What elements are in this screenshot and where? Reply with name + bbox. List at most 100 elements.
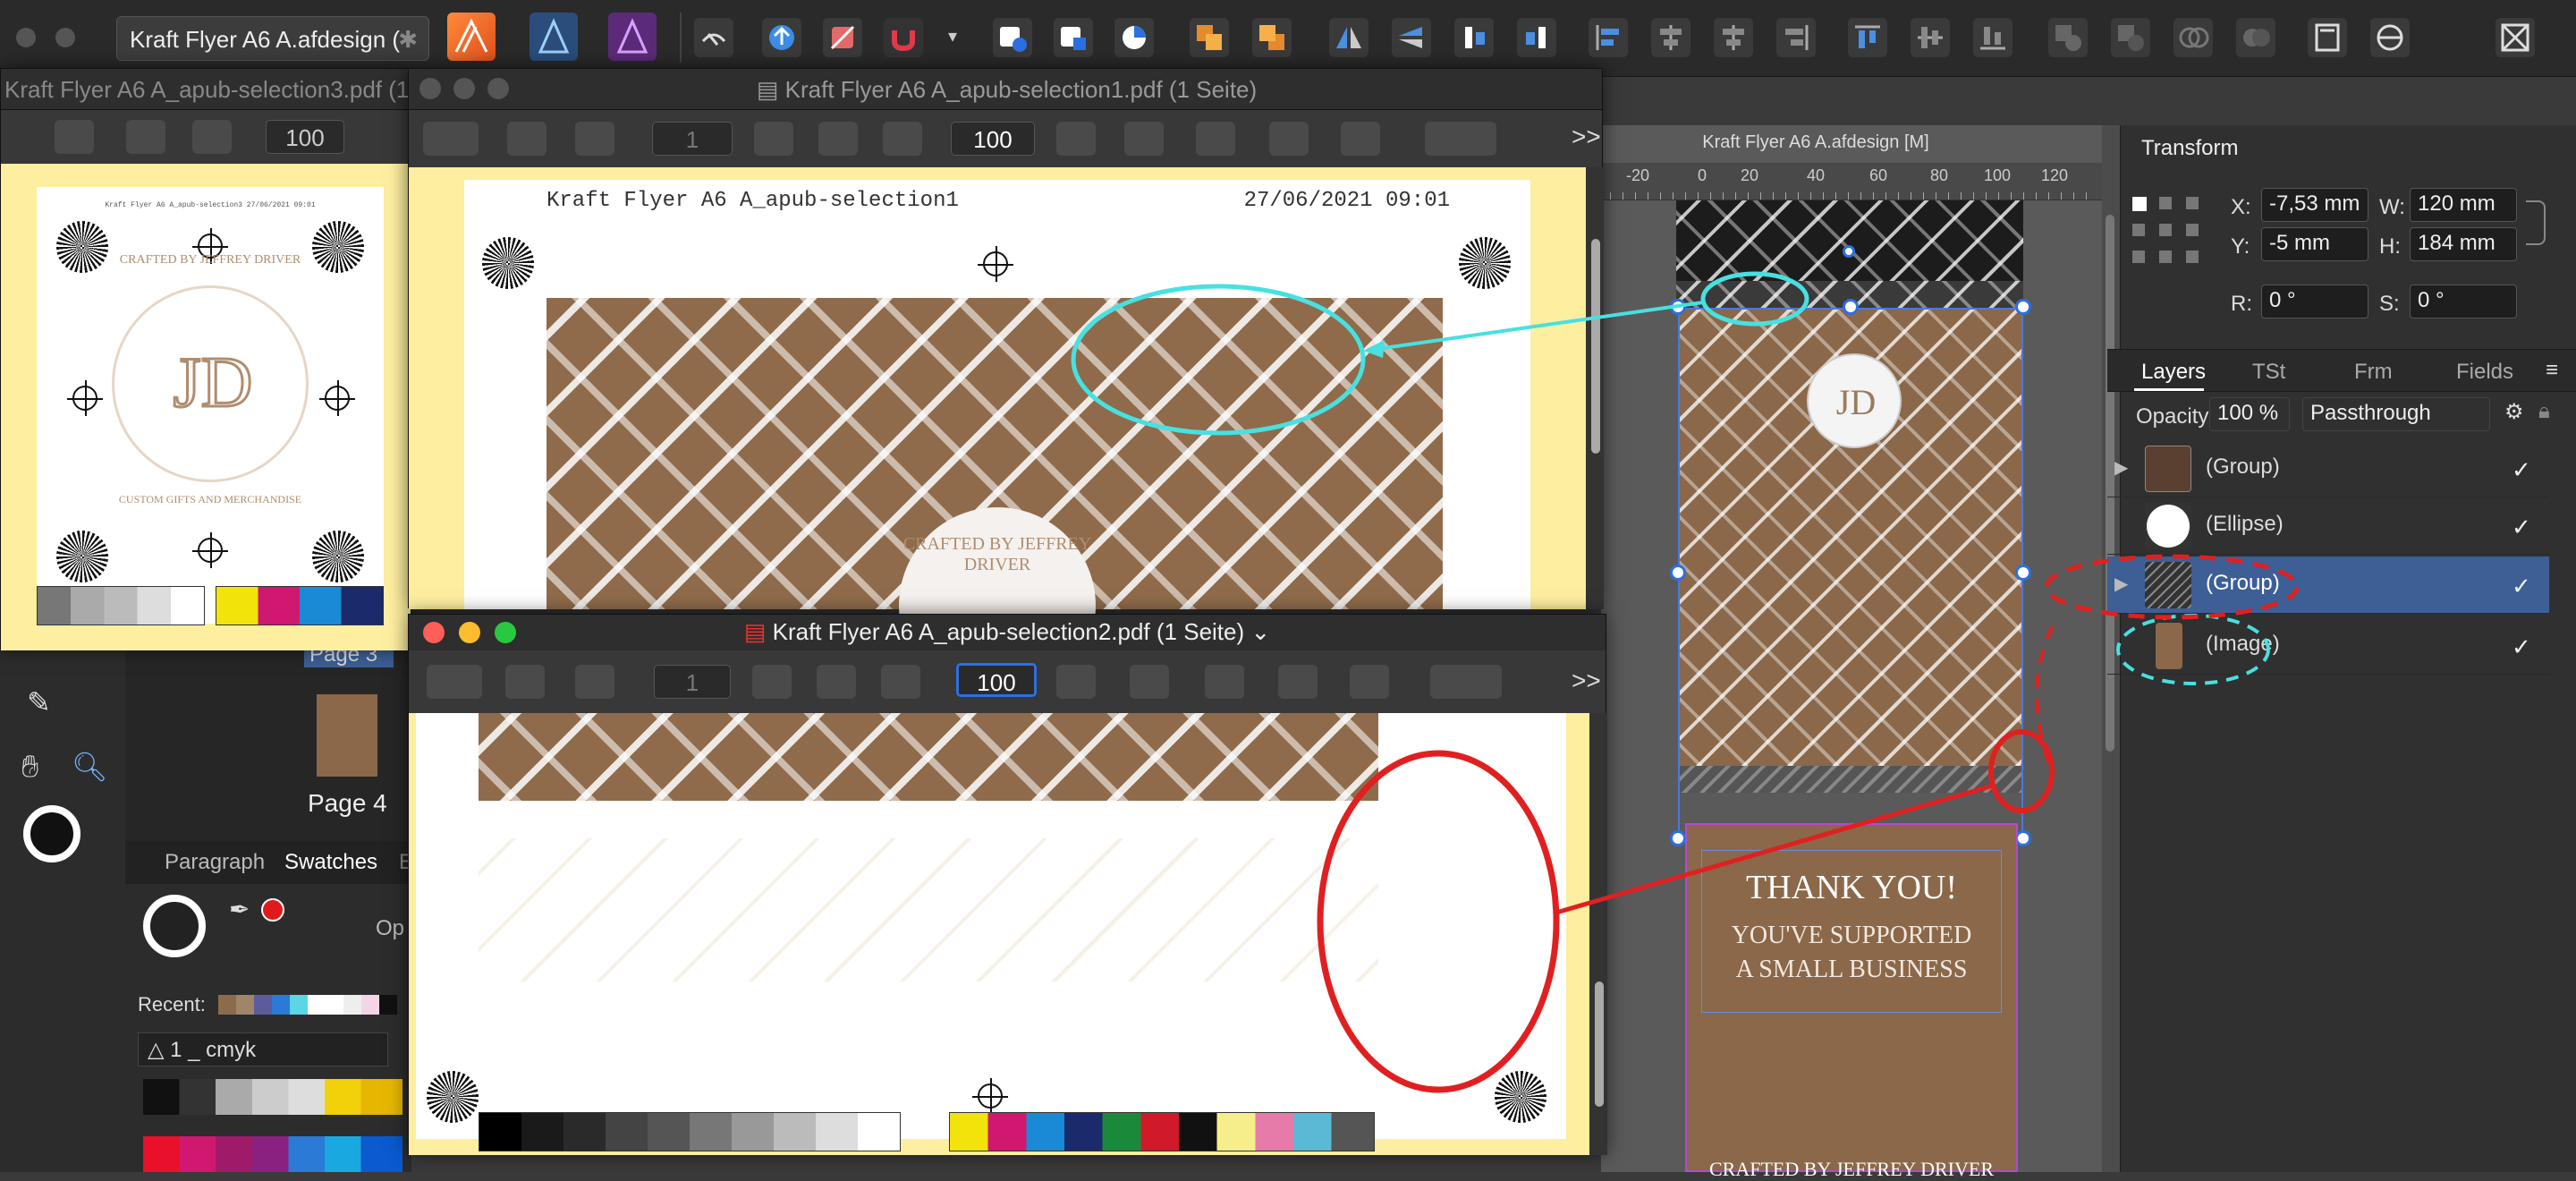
boolean-add-icon[interactable]	[2048, 18, 2088, 57]
selection-handle[interactable]	[1670, 299, 1686, 315]
prev-page-icon[interactable]	[507, 122, 547, 156]
eyedropper-tool-icon[interactable]: ✎	[27, 685, 51, 719]
minimize-window-button[interactable]	[55, 28, 75, 47]
arrange-front-icon[interactable]	[1252, 18, 1292, 57]
publisher-persona-icon[interactable]	[447, 13, 496, 61]
align-middle-icon[interactable]	[1911, 18, 1950, 57]
current-color-swatch[interactable]	[261, 898, 284, 922]
swatch-grid[interactable]	[143, 1079, 402, 1172]
pdf2-page-field[interactable]: 1	[654, 665, 731, 699]
output-icon[interactable]	[1130, 665, 1169, 699]
expand-arrow-icon[interactable]: ▶	[2114, 573, 2128, 595]
zoom-in-icon[interactable]	[881, 665, 920, 699]
selection-handle[interactable]	[1670, 830, 1686, 846]
pdf2-zoom-field[interactable]: 100	[956, 663, 1037, 697]
fit-window-icon[interactable]	[1056, 122, 1096, 156]
rotate-right-icon[interactable]	[1517, 18, 1556, 57]
tab-swatches[interactable]: Swatches	[284, 850, 377, 875]
boolean-xor-icon[interactable]	[2236, 18, 2275, 57]
artboard-back-page[interactable]: THANK YOU! YOU'VE SUPPORTED A SMALL BUSI…	[1685, 823, 2018, 1180]
page4-thumbnail[interactable]	[317, 694, 377, 777]
preview-mode-icon[interactable]	[823, 18, 862, 57]
align-bottom-icon[interactable]	[1973, 18, 2012, 57]
zoom-out-icon[interactable]	[754, 122, 793, 156]
zoom-actual-icon[interactable]	[818, 122, 858, 156]
selection-handle[interactable]	[2015, 299, 2031, 315]
pdf2-overflow-button[interactable]: >>	[1572, 667, 1601, 695]
align-center-icon[interactable]	[1651, 18, 1690, 57]
zoom-in-icon[interactable]	[192, 120, 232, 154]
layer-row[interactable]: ▶ (Group) ✓	[2107, 440, 2549, 497]
zoom-actual-icon[interactable]	[126, 120, 165, 154]
output-icon[interactable]	[1124, 122, 1164, 156]
align-hcenter-icon[interactable]	[1714, 18, 1753, 57]
x-input[interactable]: -7,53 mm	[2261, 188, 2368, 222]
pdf1-scrollbar[interactable]	[1586, 167, 1604, 609]
layer-visibility-checkbox[interactable]: ✓	[2512, 456, 2537, 483]
tab-frames[interactable]: Frm	[2354, 360, 2393, 385]
expand-arrow-icon[interactable]: ▶	[2114, 456, 2128, 479]
swatch-fill-well[interactable]	[143, 895, 206, 957]
tab-text-styles[interactable]: TSt	[2252, 360, 2285, 385]
boolean-subtract-icon[interactable]	[2111, 18, 2150, 57]
rotate-icon[interactable]	[1350, 665, 1389, 699]
blend-mode-select[interactable]: Passthrough	[2302, 397, 2490, 431]
selection-bounding-box[interactable]	[1678, 308, 2023, 839]
markup-icon[interactable]	[1430, 665, 1502, 699]
pdf2-title-chevron-icon[interactable]: ⌄	[1250, 618, 1270, 645]
pie-icon[interactable]	[1114, 18, 1154, 57]
flip-vertical-icon[interactable]	[1392, 18, 1431, 57]
annotate-icon[interactable]	[1278, 665, 1318, 699]
shear-input[interactable]: 0 °	[2410, 285, 2517, 319]
opacity-input[interactable]: 100 %	[2209, 397, 2290, 431]
layer-row[interactable]: (Image) ✓	[2107, 617, 2549, 675]
pdf1-zoom-field[interactable]: 100	[951, 122, 1035, 156]
align-top-icon[interactable]	[1848, 18, 1887, 57]
sidebar-toggle-icon[interactable]	[423, 122, 479, 156]
pdf2-scrollbar[interactable]	[1589, 713, 1607, 1155]
zoom-out-icon[interactable]	[55, 120, 94, 154]
photo-persona-icon[interactable]	[608, 13, 657, 61]
tab-layers[interactable]: Layers	[2141, 360, 2206, 385]
lock-icon[interactable]: 🔒︎	[2538, 399, 2550, 424]
zoom-tool-icon[interactable]: 🔍︎	[72, 750, 108, 784]
layer-visibility-checkbox[interactable]: ✓	[2512, 633, 2537, 660]
document-tab[interactable]: Kraft Flyer A6 A.afdesign (✱	[116, 16, 429, 61]
frame-text-icon[interactable]	[2308, 18, 2347, 57]
close-window-button[interactable]	[16, 28, 36, 47]
magnet-snapping-icon[interactable]	[884, 18, 923, 57]
pdf-window-selection2[interactable]: ▤ Kraft Flyer A6 A_apub-selection2.pdf (…	[408, 614, 1607, 1155]
lock-aspect-icon[interactable]	[2526, 200, 2546, 245]
document-tab-close[interactable]: ✱	[398, 26, 418, 54]
tab-fields[interactable]: Fields	[2456, 360, 2513, 385]
pdf-window-selection3[interactable]: Kraft Flyer A6 A_apub-selection3.pdf (1 …	[0, 68, 411, 650]
layer-row[interactable]: (Ellipse) ✓	[2107, 497, 2549, 555]
boolean-intersect-icon[interactable]	[2174, 18, 2213, 57]
rotation-handle[interactable]	[1843, 245, 1855, 258]
layer-visibility-checkbox[interactable]: ✓	[2512, 514, 2537, 540]
zoom-out-icon[interactable]	[752, 665, 792, 699]
selection-handle[interactable]	[1670, 565, 1686, 581]
zoom-in-icon[interactable]	[883, 122, 922, 156]
fit-window-icon[interactable]	[1056, 665, 1096, 699]
next-page-icon[interactable]	[575, 122, 614, 156]
palette-select[interactable]: △ 1 _ cmyk	[138, 1032, 388, 1066]
rotate-icon[interactable]	[1341, 122, 1380, 156]
anchor-point-selector[interactable]	[2132, 197, 2200, 265]
layer-row-selected[interactable]: ▶ (Group) ✓	[2107, 557, 2549, 614]
rotation-input[interactable]: 0 °	[2261, 285, 2368, 319]
selection-handle[interactable]	[2015, 565, 2031, 581]
pdf3-zoom-field[interactable]: 100	[266, 120, 344, 154]
rotate-left-icon[interactable]	[1454, 18, 1494, 57]
tab-paragraph[interactable]: Paragraph	[165, 850, 265, 875]
pdf1-page-field[interactable]: 1	[652, 122, 733, 156]
panel-menu-icon[interactable]: ≡	[2546, 358, 2558, 383]
eyedropper-icon[interactable]: ✒	[229, 895, 250, 924]
flip-horizontal-icon[interactable]	[1329, 18, 1368, 57]
picture-frame-icon[interactable]	[2496, 18, 2535, 57]
y-input[interactable]: -5 mm	[2261, 227, 2368, 261]
info-icon[interactable]	[1205, 665, 1244, 699]
pdf1-overflow-button[interactable]: >>	[1572, 123, 1601, 151]
designer-persona-icon[interactable]	[530, 13, 578, 61]
layer-visibility-checkbox[interactable]: ✓	[2512, 573, 2537, 599]
